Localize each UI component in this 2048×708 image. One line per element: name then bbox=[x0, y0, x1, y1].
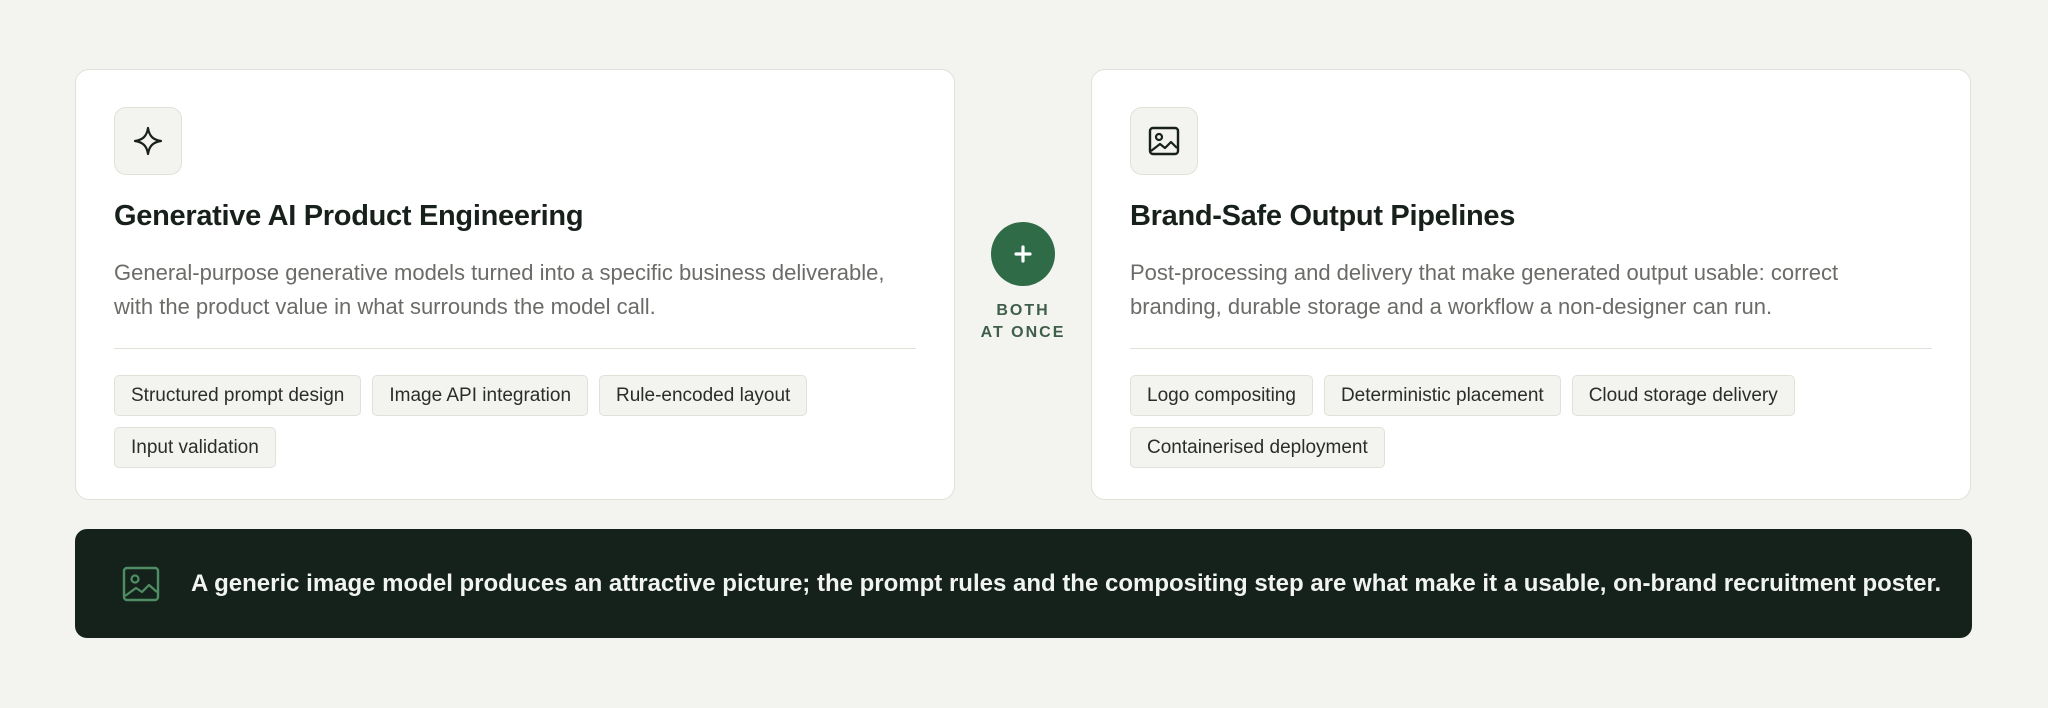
card-title: Generative AI Product Engineering bbox=[114, 200, 584, 232]
card-icon-box bbox=[114, 107, 182, 175]
card-divider bbox=[1130, 348, 1932, 349]
card-generative-ai: Generative AI Product Engineering Genera… bbox=[75, 69, 955, 500]
connector-label-line1: BOTH bbox=[996, 302, 1050, 319]
card-description: General-purpose generative models turned… bbox=[114, 260, 885, 319]
plus-badge bbox=[991, 222, 1055, 286]
chip: Logo compositing bbox=[1130, 375, 1313, 416]
banner-text: A generic image model produces an attrac… bbox=[191, 569, 1942, 597]
card-divider bbox=[114, 348, 916, 349]
chip-list: Logo compositing Deterministic placement… bbox=[1130, 375, 1930, 468]
sparkle-icon bbox=[133, 126, 163, 156]
card-brand-safe: Brand-Safe Output Pipelines Post-process… bbox=[1091, 69, 1971, 500]
chip: Image API integration bbox=[372, 375, 589, 416]
card-title: Brand-Safe Output Pipelines bbox=[1130, 200, 1516, 232]
connector: BOTH AT ONCE bbox=[955, 222, 1091, 344]
connector-label: BOTH AT ONCE bbox=[973, 300, 1073, 344]
chip: Containerised deployment bbox=[1130, 427, 1385, 468]
banner-icon-wrap bbox=[121, 564, 161, 604]
chip: Input validation bbox=[114, 427, 276, 468]
card-description: Post-processing and delivery that make g… bbox=[1130, 260, 1839, 319]
chip: Cloud storage delivery bbox=[1571, 375, 1795, 416]
chip-list: Structured prompt design Image API integ… bbox=[114, 375, 914, 468]
image-icon bbox=[1148, 126, 1180, 156]
connector-label-line2: AT ONCE bbox=[980, 324, 1066, 341]
chip: Structured prompt design bbox=[114, 375, 362, 416]
plus-icon bbox=[1014, 245, 1032, 263]
chip: Deterministic placement bbox=[1323, 375, 1561, 416]
card-icon-box bbox=[1130, 107, 1198, 175]
image-icon bbox=[122, 566, 160, 601]
chip: Rule-encoded layout bbox=[599, 375, 808, 416]
summary-banner: A generic image model produces an attrac… bbox=[75, 529, 1972, 638]
